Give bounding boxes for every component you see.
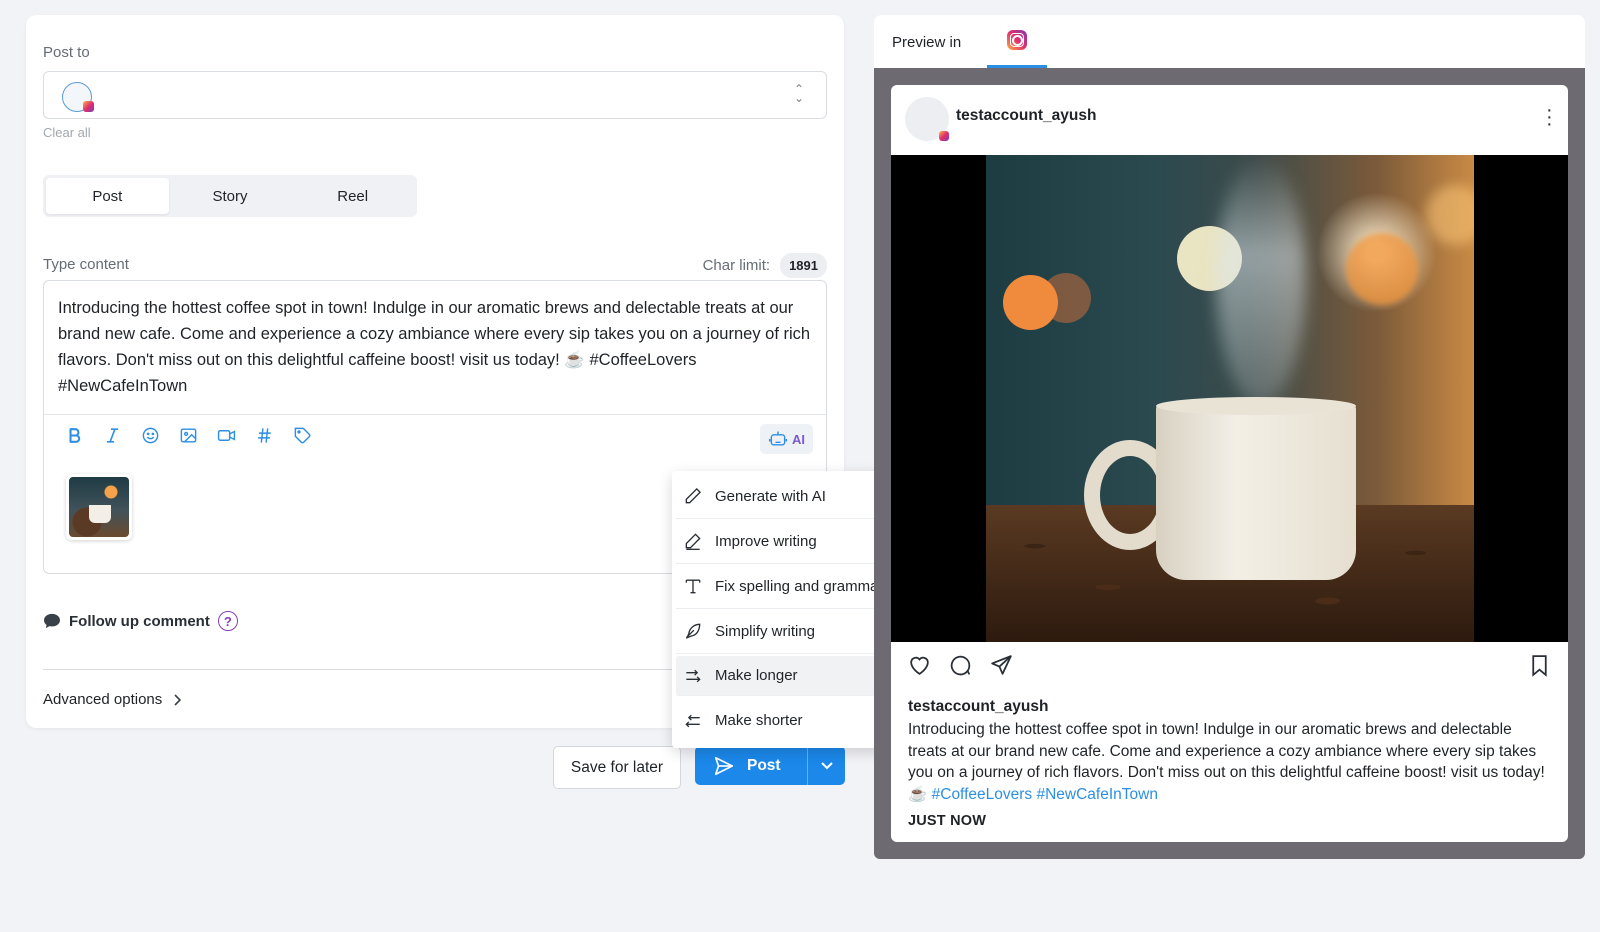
caption-username: testaccount_ayush (908, 698, 1049, 715)
expand-arrow-icon (686, 669, 701, 682)
feather-icon (685, 623, 701, 639)
tab-instagram[interactable] (987, 15, 1047, 68)
ai-label: AI (792, 431, 805, 447)
more-options-icon[interactable]: · · · (1546, 100, 1553, 134)
post-header: testaccount_ayush · · · (891, 85, 1568, 155)
account-select[interactable]: ⌃ ⌄ (43, 71, 827, 119)
preview-body: testaccount_ayush · · · testaccount_ayus… (874, 68, 1585, 859)
instagram-post-card: testaccount_ayush · · · testaccount_ayus… (891, 85, 1568, 842)
shrink-arrow-icon (685, 714, 700, 727)
post-button[interactable]: Post (695, 746, 845, 785)
tag-icon[interactable] (290, 423, 314, 447)
chevron-down-icon (820, 761, 833, 769)
post-main-button[interactable]: Post (695, 755, 807, 777)
follow-up-label: Follow up comment (69, 612, 210, 630)
menu-item-label: Simplify writing (715, 622, 816, 640)
coffee-thumbnail-image (69, 477, 129, 537)
bold-icon[interactable] (62, 423, 86, 447)
account-avatar (62, 82, 94, 112)
menu-item-improve-writing[interactable]: Improve writing (676, 519, 899, 564)
pen-icon (685, 533, 701, 550)
post-actions (907, 653, 1552, 683)
post-caption: Introducing the hottest coffee spot in t… (908, 719, 1548, 805)
tab-post[interactable]: Post (46, 178, 169, 214)
clear-all-link[interactable]: Clear all (43, 125, 91, 140)
preview-panel: Preview in testaccount_ayush · · · testa… (874, 15, 1585, 859)
comment-icon[interactable] (948, 653, 973, 678)
video-icon[interactable] (214, 423, 238, 447)
instagram-badge-icon (939, 131, 949, 141)
tab-reel[interactable]: Reel (291, 178, 414, 214)
char-limit-badge: 1891 (780, 253, 827, 278)
pencil-icon (685, 487, 702, 504)
hashtag-icon[interactable] (252, 423, 276, 447)
menu-item-fix-spelling[interactable]: Fix spelling and grammar (676, 564, 899, 609)
follow-up-comment[interactable]: Follow up comment ? (43, 611, 238, 631)
preview-tabs: Preview in (874, 15, 1585, 68)
advanced-options-link[interactable]: Advanced options (43, 691, 182, 708)
save-for-later-button[interactable]: Save for later (553, 746, 681, 789)
menu-item-generate-with-ai[interactable]: Generate with AI (676, 474, 899, 519)
post-label: Post (747, 756, 781, 774)
post-type-switch: Post Story Reel (43, 175, 417, 217)
menu-item-label: Improve writing (715, 532, 817, 550)
post-options-dropdown[interactable] (808, 761, 845, 771)
emoji-icon[interactable] (138, 423, 162, 447)
post-to-label: Post to (43, 44, 90, 61)
heart-icon[interactable] (907, 653, 932, 678)
menu-item-make-longer[interactable]: Make longer (676, 656, 899, 696)
text-icon (685, 579, 701, 594)
menu-item-simplify-writing[interactable]: Simplify writing (676, 609, 899, 654)
tab-story[interactable]: Story (169, 178, 292, 214)
send-icon (714, 756, 734, 775)
post-image (891, 155, 1568, 642)
ai-menu: Generate with AI Improve writing Fix spe… (672, 471, 903, 748)
chevron-right-icon (174, 693, 182, 706)
advanced-options-label: Advanced options (43, 691, 163, 708)
bookmark-icon[interactable] (1527, 653, 1552, 678)
post-timestamp: JUST NOW (908, 813, 987, 829)
instagram-badge-icon (83, 101, 94, 112)
type-content-label: Type content (43, 256, 129, 273)
menu-item-label: Make shorter (715, 712, 803, 729)
preview-title: Preview in (892, 34, 962, 51)
avatar (905, 97, 949, 141)
menu-item-make-shorter[interactable]: Make shorter (676, 698, 899, 743)
image-icon[interactable] (176, 423, 200, 447)
ai-button[interactable]: AI (760, 424, 813, 454)
instagram-icon (1007, 30, 1027, 50)
caption-hashtags[interactable]: #CoffeeLovers #NewCafeInTown (932, 786, 1158, 803)
comment-bubble-icon (44, 613, 60, 629)
menu-item-label: Generate with AI (715, 487, 826, 505)
share-icon[interactable] (989, 653, 1014, 678)
post-username: testaccount_ayush (956, 107, 1097, 124)
ai-robot-icon (768, 431, 788, 446)
chevron-updown-icon[interactable]: ⌃ ⌄ (794, 83, 804, 104)
editor-toolbar (62, 423, 314, 447)
char-limit: Char limit: 1891 (703, 253, 827, 278)
content-textarea[interactable]: Introducing the hottest coffee spot in t… (44, 281, 826, 415)
menu-item-label: Make longer (715, 667, 798, 684)
help-icon[interactable]: ? (217, 611, 238, 631)
char-limit-label: Char limit: (702, 257, 771, 274)
attached-image-thumbnail[interactable] (66, 474, 132, 540)
coffee-photo (986, 155, 1474, 642)
italic-icon[interactable] (100, 423, 124, 447)
menu-item-label: Fix spelling and grammar (715, 577, 884, 595)
